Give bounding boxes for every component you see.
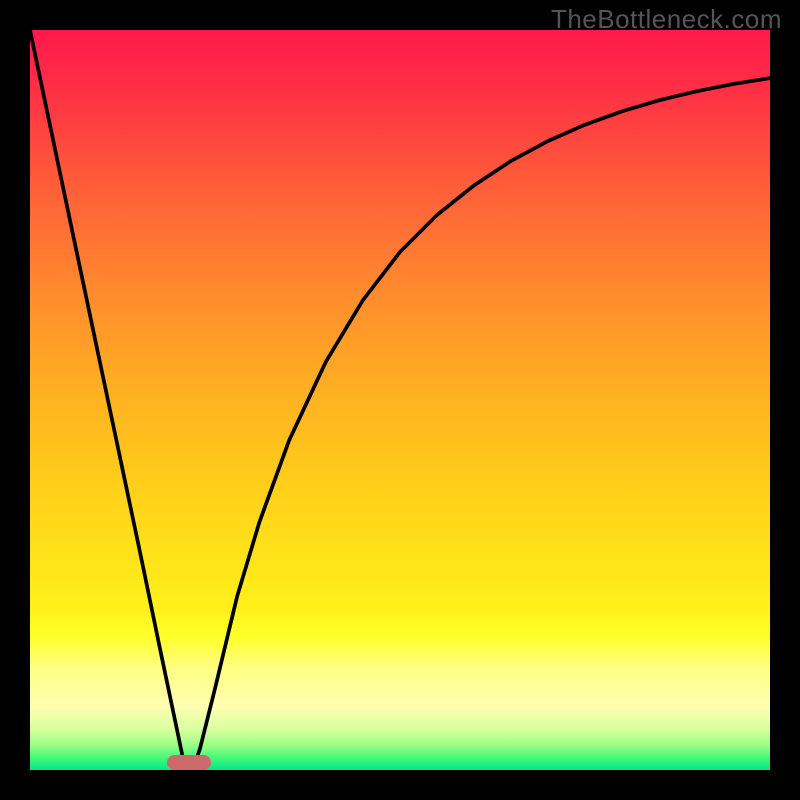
plot-area <box>30 30 770 770</box>
chart-frame: TheBottleneck.com <box>0 0 800 800</box>
watermark-text: TheBottleneck.com <box>551 4 782 35</box>
minimum-marker <box>167 755 211 770</box>
bottleneck-curve <box>30 30 770 770</box>
